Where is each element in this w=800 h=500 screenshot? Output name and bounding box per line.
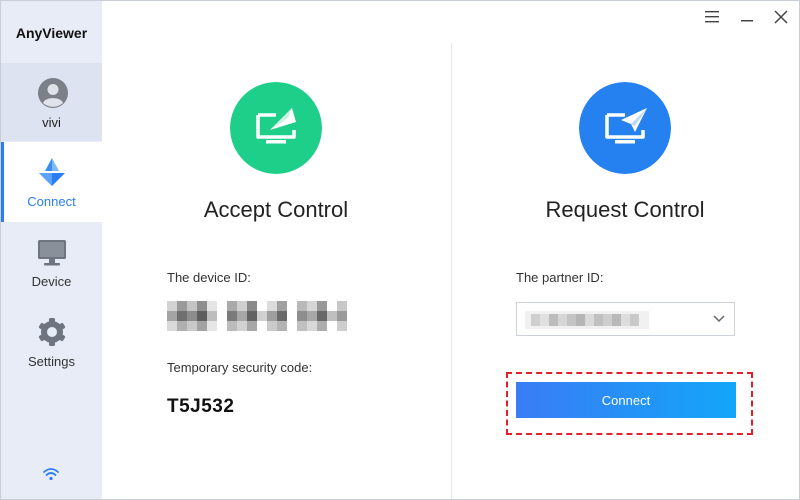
security-code-label: Temporary security code:	[167, 360, 313, 375]
monitor-icon	[38, 240, 66, 266]
gear-icon	[38, 318, 66, 346]
device-id-value-masked	[167, 301, 347, 331]
app-title: AnyViewer	[15, 25, 88, 41]
sidebar-item-settings[interactable]: Settings	[1, 302, 102, 382]
accept-control-title: Accept Control	[203, 197, 349, 222]
user-name: vivi	[42, 115, 61, 130]
request-control-icon	[579, 82, 671, 174]
security-code-value: T5J532	[167, 396, 235, 417]
connect-icon	[39, 158, 65, 186]
chevron-down-icon	[713, 315, 725, 323]
device-id-label: The device ID:	[167, 270, 251, 285]
app-window: AnyViewer vivi Connect Device Settings A…	[0, 0, 800, 500]
partner-id-value-masked	[525, 311, 649, 329]
request-control-title: Request Control	[545, 197, 705, 222]
connect-button[interactable]: Connect	[516, 382, 736, 418]
panel-divider	[451, 43, 452, 499]
sidebar-item-label: Device	[31, 274, 72, 289]
menu-icon[interactable]	[701, 7, 723, 27]
accept-control-icon	[230, 82, 322, 174]
user-avatar-icon	[38, 78, 68, 108]
wifi-icon	[43, 468, 59, 481]
sidebar: AnyViewer vivi Connect Device Settings	[1, 1, 102, 499]
sidebar-item-connect[interactable]: Connect	[1, 142, 102, 222]
sidebar-item-label: Connect	[27, 194, 76, 209]
partner-id-label: The partner ID:	[516, 270, 604, 285]
user-profile[interactable]: vivi	[1, 63, 102, 141]
sidebar-item-label: Settings	[28, 354, 75, 369]
close-icon[interactable]	[770, 7, 792, 27]
partner-id-dropdown[interactable]	[516, 302, 735, 336]
sidebar-item-device[interactable]: Device	[1, 222, 102, 302]
minimize-icon[interactable]	[736, 7, 758, 27]
